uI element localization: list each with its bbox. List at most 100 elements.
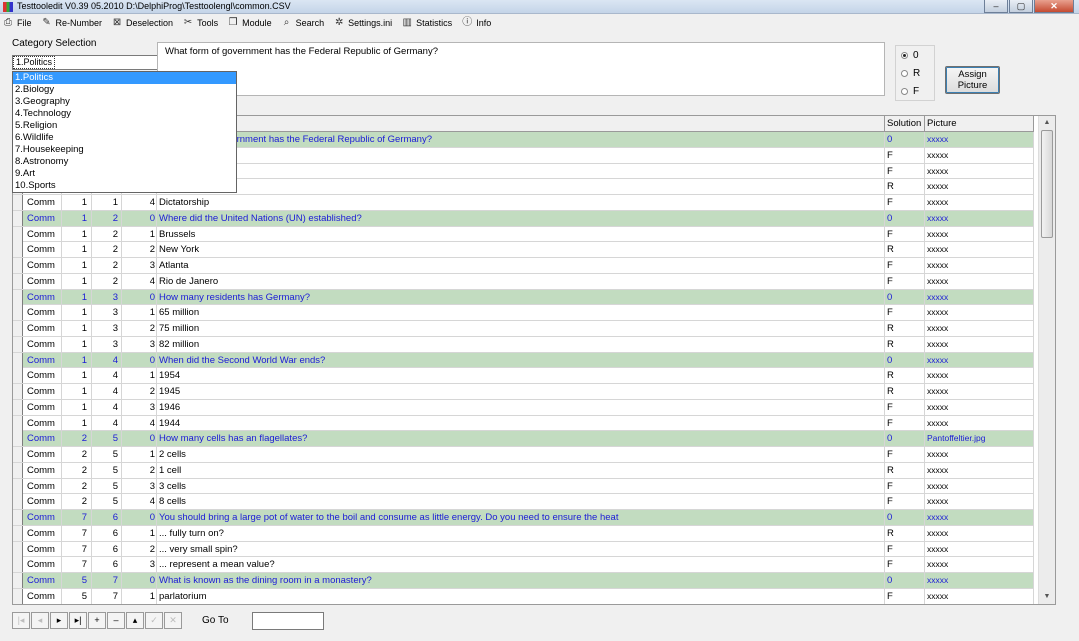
cell-solution[interactable]: F xyxy=(885,226,925,242)
cell-question-no[interactable]: 6 xyxy=(92,557,122,573)
cell-answer-no[interactable]: 2 xyxy=(122,384,157,399)
cell-category[interactable]: 5 xyxy=(62,588,92,604)
cell-category[interactable]: 1 xyxy=(62,242,92,258)
cell-question-no[interactable]: 3 xyxy=(92,336,122,352)
cell-answer-no[interactable]: 1 xyxy=(122,368,157,384)
cell-category[interactable]: 1 xyxy=(62,399,92,415)
cell-picture[interactable]: xxxxx xyxy=(925,132,1034,147)
cell-answer-no[interactable]: 4 xyxy=(122,195,157,210)
menu-info[interactable]: ⓘ Info xyxy=(461,17,491,29)
cell-text[interactable]: 8 cells xyxy=(157,494,885,510)
cell-type[interactable]: Comm xyxy=(24,399,62,415)
cell-category[interactable]: 2 xyxy=(62,431,92,447)
row-indicator[interactable] xyxy=(13,384,23,399)
cell-picture[interactable]: xxxxx xyxy=(925,573,1034,588)
cell-text[interactable]: You should bring a large pot of water to… xyxy=(157,510,885,525)
cell-question-no[interactable]: 6 xyxy=(92,510,122,525)
answer-row[interactable]: Comm 2 5 1 2 cells Fxxxxx xyxy=(13,447,1034,463)
category-option[interactable]: 4.Technology xyxy=(13,108,236,120)
answer-row[interactable]: Comm 1 3 1 65 million Fxxxxx xyxy=(13,305,1034,321)
cell-solution[interactable]: F xyxy=(885,163,925,179)
minimize-button[interactable]: – xyxy=(984,0,1008,13)
cell-answer-no[interactable]: 0 xyxy=(122,431,157,447)
cell-question-no[interactable]: 5 xyxy=(92,462,122,478)
nav-last-button[interactable]: ▸| xyxy=(69,612,87,629)
cell-type[interactable]: Comm xyxy=(24,289,62,305)
cell-type[interactable]: Comm xyxy=(24,573,62,588)
cell-picture[interactable]: xxxxx xyxy=(925,242,1034,258)
answer-row[interactable]: Comm 1 2 2 New York Rxxxxx xyxy=(13,242,1034,258)
cell-text[interactable]: New York xyxy=(157,242,885,258)
cell-category[interactable]: 1 xyxy=(62,210,92,226)
answer-row[interactable]: Comm 1 2 1 Brussels Fxxxxx xyxy=(13,226,1034,243)
question-text-field[interactable]: What form of government has the Federal … xyxy=(157,42,885,96)
header-solution[interactable]: Solution xyxy=(885,116,925,132)
row-indicator[interactable] xyxy=(13,321,23,336)
cell-category[interactable]: 2 xyxy=(62,447,92,462)
cell-category[interactable]: 1 xyxy=(62,305,92,321)
cell-answer-no[interactable]: 4 xyxy=(122,415,157,431)
cell-solution[interactable]: 0 xyxy=(885,289,925,305)
cell-picture[interactable]: xxxxx xyxy=(925,210,1034,226)
answer-row[interactable]: Comm 7 6 3... represent a mean value? Fxxxxx xyxy=(13,557,1034,573)
cell-solution[interactable]: R xyxy=(885,525,925,541)
row-indicator[interactable] xyxy=(13,415,23,431)
cell-picture[interactable]: xxxxx xyxy=(925,462,1034,478)
cell-picture[interactable]: xxxxx xyxy=(925,368,1034,384)
row-indicator[interactable] xyxy=(13,226,23,242)
cell-category[interactable]: 1 xyxy=(62,321,92,336)
radio-f[interactable]: F xyxy=(901,86,919,97)
answer-row[interactable]: Comm 2 5 4 8 cells Fxxxxx xyxy=(13,494,1034,510)
cell-answer-no[interactable]: 0 xyxy=(122,352,157,368)
cell-solution[interactable]: F xyxy=(885,415,925,431)
category-option[interactable]: 7.Housekeeping xyxy=(13,144,236,156)
row-indicator[interactable] xyxy=(13,588,23,604)
cell-text[interactable]: 1944 xyxy=(157,415,885,431)
cell-text[interactable]: What form of government has the Federal … xyxy=(157,132,885,147)
cell-text[interactable]: ... fully turn on? xyxy=(157,525,885,541)
cell-text[interactable]: How many residents has Germany? xyxy=(157,289,885,305)
cell-picture[interactable]: xxxxx xyxy=(925,557,1034,573)
cell-text[interactable]: 75 million xyxy=(157,321,885,336)
cell-answer-no[interactable]: 2 xyxy=(122,242,157,258)
category-option[interactable]: 1.Politics xyxy=(13,72,236,84)
cell-picture[interactable]: xxxxx xyxy=(925,258,1034,273)
cell-picture[interactable]: Pantoffeltier.jpg xyxy=(925,431,1034,447)
answer-row[interactable]: Comm 1 2 3 Atlanta Fxxxxx xyxy=(13,258,1034,274)
cell-text[interactable]: ... very small spin? xyxy=(157,541,885,557)
cell-category[interactable]: 1 xyxy=(62,195,92,210)
nav-cancel-button[interactable]: ✕ xyxy=(164,612,182,629)
cell-picture[interactable]: xxxxx xyxy=(925,415,1034,431)
cell-answer-no[interactable]: 1 xyxy=(122,525,157,541)
category-option[interactable]: 3.Geography xyxy=(13,96,236,108)
scroll-down-icon[interactable]: ▼ xyxy=(1039,590,1055,604)
cell-text[interactable]: ... represent a mean value? xyxy=(157,557,885,573)
row-indicator[interactable] xyxy=(13,525,23,541)
cell-solution[interactable]: F xyxy=(885,305,925,321)
cell-question-no[interactable]: 2 xyxy=(92,210,122,226)
cell-text[interactable]: What is known as the dining room in a mo… xyxy=(157,573,885,588)
cell-answer-no[interactable]: 3 xyxy=(122,478,157,494)
cell-category[interactable]: 1 xyxy=(62,336,92,352)
nav-post-button[interactable]: ✓ xyxy=(145,612,163,629)
cell-type[interactable]: Comm xyxy=(24,305,62,321)
cell-text[interactable]: 3 cells xyxy=(157,478,885,494)
cell-solution[interactable]: 0 xyxy=(885,210,925,226)
row-indicator[interactable] xyxy=(13,368,23,384)
cell-type[interactable]: Comm xyxy=(24,510,62,525)
cell-type[interactable]: Comm xyxy=(24,321,62,336)
category-option[interactable]: 2.Biology xyxy=(13,84,236,96)
row-indicator[interactable] xyxy=(13,336,23,352)
cell-type[interactable]: Comm xyxy=(24,494,62,510)
cell-solution[interactable]: 0 xyxy=(885,431,925,447)
cell-solution[interactable]: F xyxy=(885,147,925,163)
menu-settings-ini[interactable]: ✲ Settings.ini xyxy=(333,17,392,29)
cell-solution[interactable]: 0 xyxy=(885,352,925,368)
cell-category[interactable]: 7 xyxy=(62,541,92,557)
cell-question-no[interactable]: 3 xyxy=(92,321,122,336)
category-option[interactable]: 5.Religion xyxy=(13,120,236,132)
cell-category[interactable]: 1 xyxy=(62,384,92,399)
cell-text[interactable]: Brussels xyxy=(157,226,885,242)
cell-text[interactable]: parlatorium xyxy=(157,588,885,604)
cell-solution[interactable]: R xyxy=(885,336,925,352)
